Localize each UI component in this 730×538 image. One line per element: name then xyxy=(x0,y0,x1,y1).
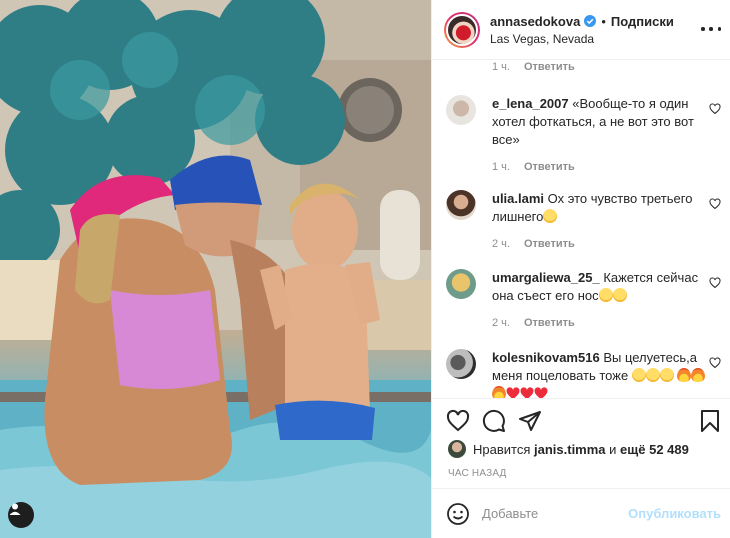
comment-like-icon[interactable] xyxy=(709,198,721,210)
likes-summary[interactable]: Нравится janis.timma и ещё 52 489 xyxy=(448,440,689,458)
heart-eyes-emoji xyxy=(659,368,674,382)
zany-emoji xyxy=(612,288,627,302)
smiley-icon[interactable] xyxy=(446,502,470,526)
reply-button[interactable]: Ответить xyxy=(524,61,575,73)
fire-emoji xyxy=(677,368,692,382)
commenter-avatar[interactable] xyxy=(446,190,476,220)
verified-icon xyxy=(584,15,597,27)
comment-input[interactable] xyxy=(482,506,622,521)
post-panel: annasedokova • Подписки Las Vegas, Nevad… xyxy=(431,0,730,538)
comment-time: 1 ч. xyxy=(492,61,510,73)
more-options-icon[interactable] xyxy=(701,22,721,36)
comment-like-icon[interactable] xyxy=(709,277,721,289)
comment-like-icon[interactable] xyxy=(709,357,721,369)
liker-username[interactable]: janis.timma xyxy=(534,442,606,457)
comments-list[interactable]: 1 ч. Ответить e_lena_2007 «Вообще-то я од… xyxy=(432,60,730,398)
commenter-username[interactable]: e_lena_2007 xyxy=(492,96,569,111)
fire-emoji xyxy=(691,368,706,382)
separator-dot: • xyxy=(601,13,606,29)
bookmark-icon[interactable] xyxy=(698,409,722,433)
likes-middle: и xyxy=(609,441,617,457)
commenter-avatar[interactable] xyxy=(446,349,476,379)
photo-illustration xyxy=(0,0,431,538)
add-comment-bar: Опубликовать xyxy=(432,488,730,538)
post-header: annasedokova • Подписки Las Vegas, Nevad… xyxy=(432,0,730,60)
commenter-username[interactable]: umargaliewa_25_ xyxy=(492,270,600,285)
post-location[interactable]: Las Vegas, Nevada xyxy=(490,32,674,46)
tagged-user-icon[interactable] xyxy=(8,502,34,528)
likes-prefix: Нравится xyxy=(473,441,531,457)
red-heart-emoji xyxy=(534,387,548,398)
red-heart-emoji xyxy=(506,387,520,398)
post-timestamp[interactable]: ЧАС НАЗАД xyxy=(448,468,507,479)
thinking-emoji xyxy=(598,288,613,302)
heart-icon[interactable] xyxy=(446,409,470,433)
reply-button[interactable]: Ответить xyxy=(524,238,575,250)
red-heart-emoji xyxy=(520,387,534,398)
post-actions: Нравится janis.timma и ещё 52 489 ЧАС НА… xyxy=(432,398,730,488)
reply-button[interactable]: Ответить xyxy=(524,317,575,329)
commenter-username[interactable]: ulia.lami xyxy=(492,191,544,206)
author-avatar[interactable] xyxy=(444,11,480,48)
comment-meta: 2 ч. Ответить xyxy=(492,314,706,332)
follow-button[interactable]: Подписки xyxy=(611,14,674,29)
comment-time: 1 ч. xyxy=(492,161,510,173)
commenter-avatar[interactable] xyxy=(446,269,476,299)
commenter-username[interactable]: kolesnikovam516 xyxy=(492,350,600,365)
heart-eyes-emoji xyxy=(631,368,646,382)
comment-time: 2 ч. xyxy=(492,238,510,250)
author-username[interactable]: annasedokova xyxy=(490,14,580,29)
publish-button[interactable]: Опубликовать xyxy=(628,506,721,521)
fire-emoji xyxy=(492,386,506,398)
post-photo[interactable] xyxy=(0,0,431,538)
comment-meta: 1 ч. Ответить xyxy=(492,158,706,176)
grinning-sweat-emoji xyxy=(543,209,558,223)
reply-button[interactable]: Ответить xyxy=(524,161,575,173)
commenter-avatar[interactable] xyxy=(446,95,476,125)
comment-like-icon[interactable] xyxy=(709,103,721,115)
liker-avatar xyxy=(448,440,466,458)
comment-meta: 1 ч. Ответить xyxy=(492,61,575,73)
comment-time: 2 ч. xyxy=(492,317,510,329)
comment-icon[interactable] xyxy=(482,409,506,433)
comment-meta: 2 ч. Ответить xyxy=(492,235,706,253)
share-icon[interactable] xyxy=(518,409,542,433)
heart-eyes-emoji xyxy=(645,368,660,382)
likes-count[interactable]: ещё 52 489 xyxy=(620,442,689,457)
